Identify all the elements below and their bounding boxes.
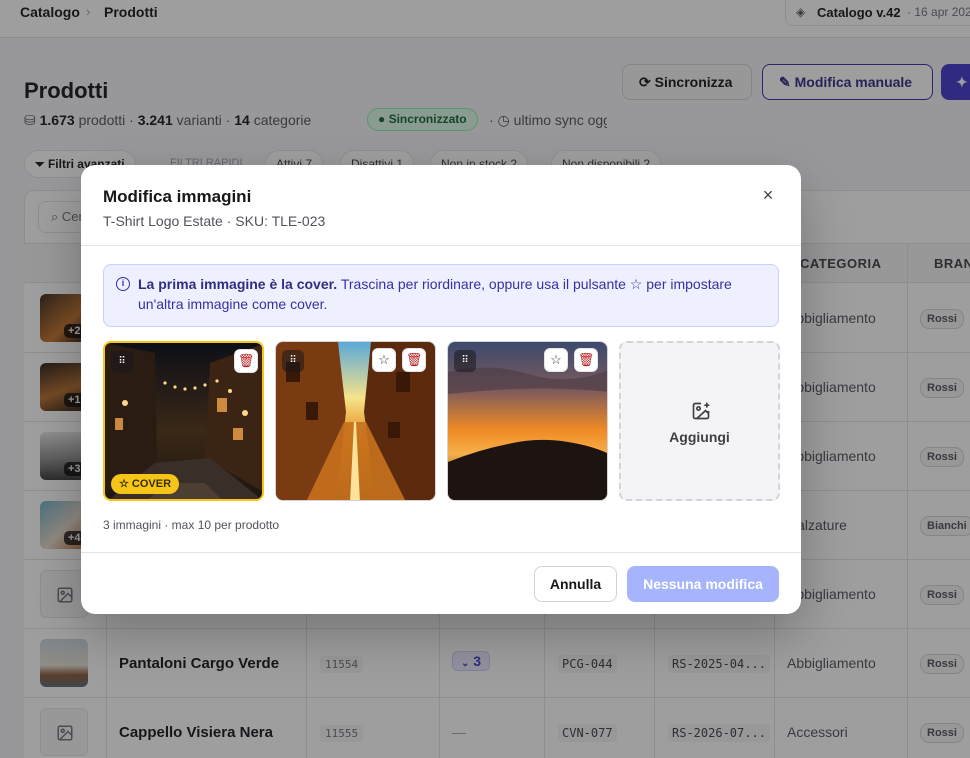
app-background: Catalogo › Prodotti ◈ Catalogo v.42 · 16… — [0, 0, 970, 758]
add-image-label: Aggiungi — [669, 429, 730, 445]
image-card-cover[interactable]: ⠿ 🗑 ☆ COVER — [103, 341, 264, 501]
image-card[interactable]: ⠿ ☆ 🗑 — [275, 341, 436, 501]
trash-icon[interactable]: 🗑 — [574, 348, 598, 372]
trash-icon[interactable]: 🗑 — [234, 349, 258, 373]
drag-handle-icon[interactable]: ⠿ — [111, 351, 133, 373]
add-image-button[interactable]: Aggiungi — [619, 341, 780, 501]
info-text: La prima immagine è la cover. Trascina p… — [138, 276, 732, 312]
cancel-button[interactable]: Annulla — [534, 566, 617, 602]
star-icon[interactable]: ☆ — [372, 348, 396, 372]
modal-title: Modifica immagini — [103, 187, 252, 206]
star-icon[interactable]: ☆ — [544, 348, 568, 372]
edit-images-modal: Modifica immagini T-Shirt Logo Estate · … — [81, 165, 801, 614]
divider — [81, 245, 801, 246]
image-count-note: 3 immagini · max 10 per prodotto — [103, 518, 280, 532]
image-card[interactable]: ⠿ ☆ 🗑 — [447, 341, 608, 501]
image-plus-icon — [692, 402, 710, 420]
drag-handle-icon[interactable]: ⠿ — [454, 350, 476, 372]
close-icon[interactable]: × — [758, 185, 778, 205]
info-banner: i La prima immagine è la cover. Trascina… — [103, 264, 779, 327]
info-icon: i — [116, 277, 130, 291]
trash-icon[interactable]: 🗑 — [402, 348, 426, 372]
cover-badge: ☆ COVER — [111, 474, 180, 494]
save-button-disabled[interactable]: Nessuna modifica — [627, 566, 779, 602]
drag-handle-icon[interactable]: ⠿ — [282, 350, 304, 372]
divider — [81, 552, 801, 553]
modal-subtitle: T-Shirt Logo Estate · SKU: TLE-023 — [103, 213, 326, 229]
